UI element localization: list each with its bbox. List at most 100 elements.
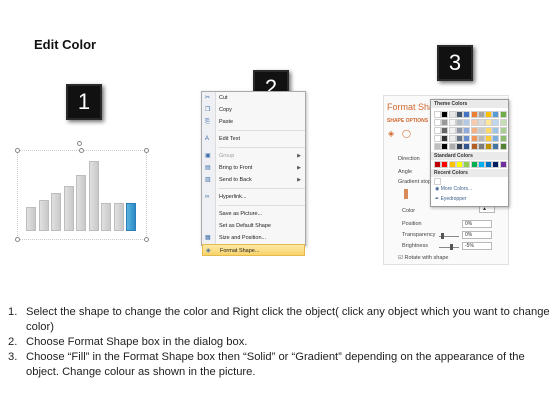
theme-color-swatch[interactable] xyxy=(477,111,485,118)
transparency-field[interactable]: 0% xyxy=(462,231,492,239)
theme-color-swatch[interactable] xyxy=(448,127,456,134)
theme-color-swatch[interactable] xyxy=(463,135,471,142)
menu-item-set-as-default-shape[interactable]: Set as Default Shape xyxy=(202,220,305,232)
chart-bar[interactable] xyxy=(76,175,86,231)
theme-color-swatch[interactable] xyxy=(434,127,441,134)
resize-handle[interactable] xyxy=(144,148,149,153)
standard-color-swatch[interactable] xyxy=(463,161,471,168)
standard-color-swatch[interactable] xyxy=(434,161,441,168)
standard-color-swatch[interactable] xyxy=(455,161,463,168)
menu-item-bring-to-front[interactable]: ▤ Bring to Front ▶ xyxy=(202,162,305,174)
chart-bar[interactable] xyxy=(101,203,111,231)
tab-shape-options[interactable]: SHAPE OPTIONS xyxy=(387,118,428,124)
theme-color-swatch[interactable] xyxy=(470,111,478,118)
theme-color-swatch[interactable] xyxy=(455,143,463,150)
menu-item-cut[interactable]: ✂ Cut xyxy=(202,92,305,104)
theme-color-swatch[interactable] xyxy=(463,119,471,126)
standard-color-swatch[interactable] xyxy=(492,161,500,168)
theme-color-swatch[interactable] xyxy=(463,143,471,150)
theme-color-swatch[interactable] xyxy=(492,127,500,134)
theme-color-swatch[interactable] xyxy=(485,127,493,134)
standard-color-swatch[interactable] xyxy=(441,161,449,168)
chart-bar[interactable] xyxy=(63,185,74,231)
theme-color-swatch[interactable] xyxy=(485,143,493,150)
theme-color-swatch[interactable] xyxy=(477,127,485,134)
theme-color-swatch[interactable] xyxy=(455,111,463,118)
resize-handle[interactable] xyxy=(144,237,149,242)
theme-color-swatch[interactable] xyxy=(441,143,449,150)
theme-color-swatch[interactable] xyxy=(477,135,485,142)
brightness-slider-knob[interactable] xyxy=(450,244,453,250)
menu-item-size-and-position[interactable]: ▦ Size and Position... xyxy=(202,232,305,244)
menu-item-copy[interactable]: ❐ Copy xyxy=(202,104,305,116)
bar-chart[interactable] xyxy=(15,141,149,242)
theme-color-swatch[interactable] xyxy=(485,111,493,118)
chart-bar[interactable] xyxy=(26,206,36,231)
theme-color-swatch[interactable] xyxy=(477,143,485,150)
position-field[interactable]: 0% xyxy=(462,220,492,228)
selected-bar[interactable] xyxy=(126,203,136,231)
resize-handle[interactable] xyxy=(15,237,20,242)
rotate-handle[interactable] xyxy=(77,141,82,146)
theme-color-swatch[interactable] xyxy=(499,143,507,150)
theme-color-swatch[interactable] xyxy=(499,127,507,134)
more-colors-link[interactable]: ◉ More Colors... xyxy=(435,186,472,192)
chart-bar[interactable] xyxy=(38,199,49,231)
theme-color-swatch[interactable] xyxy=(470,119,478,126)
theme-color-swatch[interactable] xyxy=(441,135,449,142)
theme-color-swatch[interactable] xyxy=(470,143,478,150)
standard-color-swatch[interactable] xyxy=(470,161,478,168)
theme-color-swatch[interactable] xyxy=(492,135,500,142)
theme-color-swatch[interactable] xyxy=(448,119,456,126)
theme-color-swatch[interactable] xyxy=(492,119,500,126)
standard-color-swatch[interactable] xyxy=(499,161,507,168)
theme-color-swatch[interactable] xyxy=(441,111,449,118)
theme-color-swatch[interactable] xyxy=(463,127,471,134)
theme-color-swatch[interactable] xyxy=(485,135,493,142)
menu-item-save-as-picture[interactable]: Save as Picture... xyxy=(202,208,305,220)
gradient-stop-handle[interactable] xyxy=(404,189,408,199)
theme-color-swatch[interactable] xyxy=(441,119,449,126)
theme-color-swatch[interactable] xyxy=(448,135,456,142)
theme-color-swatch[interactable] xyxy=(434,143,441,150)
theme-color-swatch[interactable] xyxy=(470,127,478,134)
theme-color-swatch[interactable] xyxy=(434,111,441,118)
standard-color-swatch[interactable] xyxy=(485,161,493,168)
theme-color-swatch[interactable] xyxy=(477,119,485,126)
theme-color-swatch[interactable] xyxy=(455,135,463,142)
rotate-with-shape-checkbox[interactable]: ☑ Rotate with shape xyxy=(398,255,449,261)
theme-color-swatch[interactable] xyxy=(463,111,471,118)
theme-color-swatch[interactable] xyxy=(441,127,449,134)
standard-color-swatch[interactable] xyxy=(448,161,456,168)
theme-color-swatch[interactable] xyxy=(455,127,463,134)
theme-color-swatch[interactable] xyxy=(470,135,478,142)
menu-item-group[interactable]: ▣ Group ▶ xyxy=(202,150,305,162)
theme-color-swatch[interactable] xyxy=(434,135,441,142)
theme-color-swatch[interactable] xyxy=(434,119,441,126)
brightness-slider[interactable] xyxy=(439,247,459,248)
theme-color-swatch[interactable] xyxy=(485,119,493,126)
resize-handle[interactable] xyxy=(79,148,84,153)
effects-icon[interactable]: ◯ xyxy=(402,129,411,138)
theme-color-swatch[interactable] xyxy=(499,119,507,126)
chart-bar[interactable] xyxy=(113,203,124,231)
transparency-slider-knob[interactable] xyxy=(441,233,444,239)
menu-item-edit-text[interactable]: A Edit Text xyxy=(202,133,305,145)
menu-item-send-to-back[interactable]: ▥ Send to Back ▶ xyxy=(202,174,305,186)
theme-color-swatch[interactable] xyxy=(448,143,456,150)
theme-color-swatch[interactable] xyxy=(492,111,500,118)
theme-color-swatch[interactable] xyxy=(455,119,463,126)
menu-item-paste[interactable]: ⎘ Paste xyxy=(202,116,305,128)
theme-color-swatch[interactable] xyxy=(499,135,507,142)
menu-item-format-shape[interactable]: ◈ Format Shape... xyxy=(202,244,305,256)
resize-handle[interactable] xyxy=(15,148,20,153)
eyedropper-link[interactable]: ✒ Eyedropper xyxy=(435,196,466,202)
chart-bar[interactable] xyxy=(51,192,61,231)
theme-color-swatch[interactable] xyxy=(499,111,507,118)
menu-item-hyperlink[interactable]: ∞ Hyperlink... xyxy=(202,191,305,203)
theme-color-swatch[interactable] xyxy=(492,143,500,150)
standard-color-swatch[interactable] xyxy=(477,161,485,168)
fill-line-icon[interactable]: ◈ xyxy=(388,129,394,138)
chart-bar[interactable] xyxy=(88,161,99,231)
brightness-field[interactable]: -5% xyxy=(462,242,492,250)
